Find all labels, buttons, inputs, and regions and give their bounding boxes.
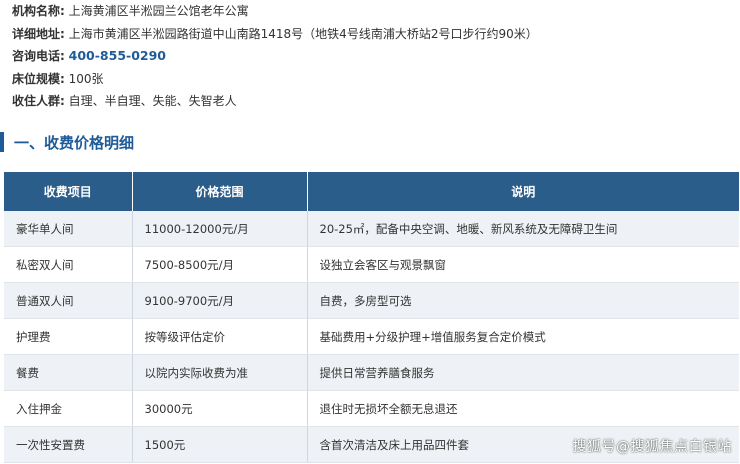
name-label: 机构名称: [12,4,65,18]
target-value: 自理、半自理、失能、失智老人 [68,94,237,108]
cell-item: 一次性安置费 [4,426,133,463]
phone-label: 咨询电话: [12,49,65,63]
cell-desc: 退住时无损坏全额无息退还 [307,390,739,427]
section-heading: 一、收费价格明细 [0,131,134,153]
cell-price: 7500-8500元/月 [132,246,308,283]
table-row: 豪华单人间 11000-12000元/月 20-25㎡，配备中央空调、地暖、新风… [4,211,739,247]
cell-price: 以院内实际收费为准 [132,354,308,391]
cell-item: 入住押金 [4,390,133,427]
header-desc: 说明 [307,172,739,211]
info-row-target: 收住人群: 自理、半自理、失能、失智老人 [12,90,732,113]
address-label: 详细地址: [12,26,65,41]
table-row: 入住押金 30000元 退住时无损坏全额无息退还 [4,390,739,427]
cell-price: 9100-9700元/月 [132,282,308,319]
cell-desc: 20-25㎡，配备中央空调、地暖、新风系统及无障碍卫生间 [307,211,739,247]
info-row-phone: 咨询电话: 400-855-0290 [12,45,732,68]
table-header-row: 收费项目 价格范围 说明 [4,172,739,211]
watermark-text: 搜狐号@搜狐焦点白银站 [572,439,732,455]
cell-price: 30000元 [132,390,308,427]
section-accent-bar [0,132,4,152]
cell-desc: 基础费用+分级护理+增值服务复合定价模式 [307,318,739,355]
target-label: 收住人群: [12,94,65,108]
header-price: 价格范围 [132,172,308,211]
name-value: 上海黄浦区半淞园兰公馆老年公寓 [68,4,249,18]
section-title: 一、收费价格明细 [14,133,135,152]
cell-price: 11000-12000元/月 [132,211,308,247]
info-row-address: 详细地址: 上海市黄浦区半淞园路街道中山南路1418号（地铁4号线南浦大桥站2号… [12,23,732,46]
table-row: 护理费 按等级评估定价 基础费用+分级护理+增值服务复合定价模式 [4,318,739,355]
cell-item: 私密双人间 [4,246,133,283]
cell-item: 豪华单人间 [4,211,133,247]
table-row: 餐费 以院内实际收费为准 提供日常营养膳食服务 [4,354,739,391]
cell-price: 1500元 [132,426,308,463]
phone-link[interactable]: 400-855-0290 [69,48,166,63]
cell-desc: 提供日常营养膳食服务 [307,354,739,391]
cell-desc: 设独立会客区与观景飘窗 [307,246,739,283]
cell-price: 按等级评估定价 [132,318,308,355]
price-table: 收费项目 价格范围 说明 豪华单人间 11000-12000元/月 20-25㎡… [4,172,739,463]
cell-item: 护理费 [4,318,133,355]
info-block: 机构名称: 上海黄浦区半淞园兰公馆老年公寓 详细地址: 上海市黄浦区半淞园路街道… [12,0,732,113]
beds-label: 床位规模: [12,71,65,86]
table-row: 普通双人间 9100-9700元/月 自费，多房型可选 [4,282,739,319]
cell-desc: 自费，多房型可选 [307,282,739,319]
beds-value: 100张 [68,71,104,86]
cell-item: 普通双人间 [4,282,133,319]
header-item: 收费项目 [4,172,133,211]
table-row: 私密双人间 7500-8500元/月 设独立会客区与观景飘窗 [4,246,739,283]
cell-item: 餐费 [4,354,133,391]
info-row-beds: 床位规模: 100张 [12,68,732,91]
info-row-name: 机构名称: 上海黄浦区半淞园兰公馆老年公寓 [12,0,732,23]
address-value: 上海市黄浦区半淞园路街道中山南路1418号（地铁4号线南浦大桥站2号口步行约90… [68,26,538,41]
